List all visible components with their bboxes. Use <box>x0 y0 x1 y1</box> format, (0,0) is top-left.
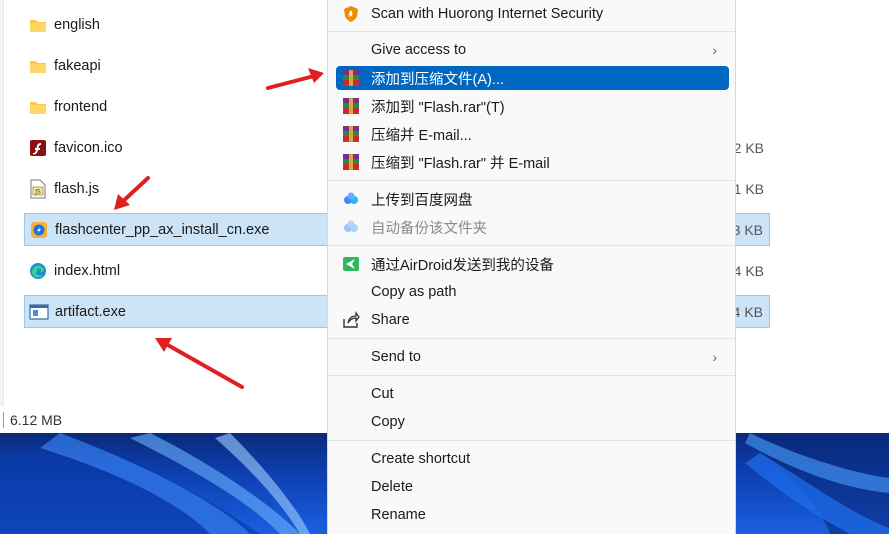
folder-icon <box>28 56 48 76</box>
menu-item-share[interactable]: Share <box>336 308 729 332</box>
menu-separator <box>328 180 735 181</box>
menu-label: Copy as path <box>371 284 457 300</box>
menu-item-delete[interactable]: Delete <box>336 475 729 499</box>
menu-separator <box>328 31 735 32</box>
menu-item-rename[interactable]: Rename <box>336 503 729 527</box>
svg-text:JS: JS <box>34 188 41 195</box>
menu-separator <box>328 375 735 376</box>
menu-label: Rename <box>371 507 426 523</box>
share-icon <box>342 311 360 329</box>
menu-item-cut[interactable]: Cut <box>336 382 729 406</box>
context-menu: Scan with Huorong Internet Security Give… <box>327 0 736 534</box>
flashcenter-icon <box>29 220 49 240</box>
file-name: frontend <box>54 98 108 115</box>
menu-separator <box>328 338 735 339</box>
file-size: 2 KB <box>733 139 764 156</box>
menu-item-airdroid[interactable]: 通过AirDroid发送到我的设备 <box>336 252 729 276</box>
menu-label: 上传到百度网盘 <box>371 192 473 209</box>
menu-label: 通过AirDroid发送到我的设备 <box>371 257 554 274</box>
menu-label: Share <box>371 312 410 328</box>
file-name: artifact.exe <box>55 303 126 320</box>
selection-size: 6.12 MB <box>10 411 63 428</box>
menu-item-create-shortcut[interactable]: Create shortcut <box>336 447 729 471</box>
airdroid-icon <box>342 255 360 273</box>
file-name: flash.js <box>54 180 100 197</box>
menu-label: 压缩到 "Flash.rar" 并 E-mail <box>371 155 550 172</box>
menu-item-add-to-flash-rar[interactable]: 添加到 "Flash.rar"(T) <box>336 94 729 118</box>
menu-item-scan-huorong[interactable]: Scan with Huorong Internet Security <box>336 2 729 26</box>
annotation-arrow-flashcenter <box>114 176 150 210</box>
annotation-arrow-menu <box>266 68 324 90</box>
menu-label: Scan with Huorong Internet Security <box>371 6 604 22</box>
file-name: favicon.ico <box>54 139 123 156</box>
menu-label: Create shortcut <box>371 451 471 467</box>
menu-item-give-access[interactable]: Give access to › <box>336 38 729 62</box>
winrar-icon <box>342 153 360 171</box>
chevron-right-icon: › <box>712 349 717 365</box>
menu-item-compress-flash-email[interactable]: 压缩到 "Flash.rar" 并 E-mail <box>336 150 729 174</box>
menu-item-copy[interactable]: Copy <box>336 410 729 434</box>
menu-item-upload-baidu[interactable]: 上传到百度网盘 <box>336 187 729 211</box>
baidu-netdisk-icon <box>342 190 360 208</box>
menu-label: 添加到 "Flash.rar"(T) <box>371 99 505 116</box>
menu-label: Copy <box>371 414 405 430</box>
edge-icon <box>28 261 48 281</box>
menu-label: 自动备份该文件夹 <box>371 220 487 237</box>
window-left-border <box>0 0 4 433</box>
menu-item-send-to[interactable]: Send to › <box>336 345 729 369</box>
menu-label: Cut <box>371 386 394 402</box>
file-name: english <box>54 16 100 33</box>
menu-label: Give access to <box>371 42 467 58</box>
winrar-icon <box>342 97 360 115</box>
file-name: flashcenter_pp_ax_install_cn.exe <box>55 221 270 238</box>
menu-item-compress-email[interactable]: 压缩并 E-mail... <box>336 122 729 146</box>
exe-icon <box>29 302 49 322</box>
chevron-right-icon: › <box>712 42 717 58</box>
file-size: 1 KB <box>733 180 764 197</box>
file-size: 4 KB <box>733 262 764 279</box>
menu-label: Send to <box>371 349 421 365</box>
baidu-netdisk-icon <box>342 218 360 236</box>
menu-separator <box>328 440 735 441</box>
menu-item-copy-as-path[interactable]: Copy as path <box>336 280 729 304</box>
menu-label: 添加到压缩文件(A)... <box>371 71 504 88</box>
menu-item-auto-backup: 自动备份该文件夹 <box>336 215 729 239</box>
file-name: fakeapi <box>54 57 101 74</box>
winrar-icon <box>342 69 360 87</box>
folder-icon <box>28 15 48 35</box>
annotation-arrow-artifact <box>155 338 244 389</box>
file-size: 4 KB <box>732 303 763 320</box>
huorong-shield-icon <box>342 5 360 23</box>
menu-label: 压缩并 E-mail... <box>371 127 472 144</box>
flash-icon <box>28 138 48 158</box>
menu-separator <box>328 245 735 246</box>
menu-item-add-to-archive[interactable]: 添加到压缩文件(A)... <box>336 66 729 90</box>
folder-icon <box>28 97 48 117</box>
js-file-icon: JS <box>28 179 48 199</box>
file-name: index.html <box>54 262 121 279</box>
status-separator <box>3 411 4 428</box>
file-size: 3 KB <box>732 221 763 238</box>
menu-label: Delete <box>371 479 413 495</box>
winrar-icon <box>342 125 360 143</box>
